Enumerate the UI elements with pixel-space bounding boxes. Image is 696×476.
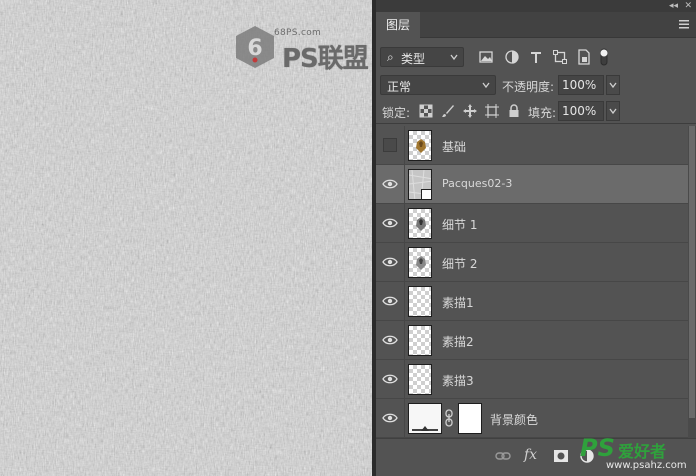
- layer-thumbnail: [408, 169, 432, 200]
- chevron-down-icon: [482, 82, 490, 89]
- fill-layer-thumbnail: [408, 403, 442, 434]
- collapse-panels-icon[interactable]: ◂◂: [669, 0, 678, 12]
- layer-name: 素描2: [442, 335, 474, 349]
- eye-icon[interactable]: [382, 333, 398, 347]
- watermark-url: 68PS.com: [274, 28, 322, 38]
- fill-slider-toggle[interactable]: [606, 101, 620, 121]
- layer-row[interactable]: 细节 2: [376, 243, 688, 282]
- layer-row[interactable]: 背景颜色: [376, 399, 688, 438]
- layer-mask-thumbnail[interactable]: [458, 403, 482, 434]
- opacity-value: 100%: [562, 78, 597, 92]
- opacity-label: 不透明度:: [502, 80, 555, 94]
- layer-thumbnail: [408, 286, 432, 317]
- canvas-watermark: 6 68PS.com PS联盟: [232, 24, 372, 84]
- lock-position-icon[interactable]: [462, 103, 478, 119]
- type-filter-icon[interactable]: [528, 49, 544, 65]
- opacity-slider-toggle[interactable]: [606, 75, 620, 95]
- layer-name: 背景颜色: [490, 413, 539, 427]
- chevron-down-icon: [450, 54, 458, 61]
- chevron-down-icon: [609, 108, 617, 115]
- filter-kind-select[interactable]: ⌕ 类型: [380, 47, 464, 67]
- panel-top-strip: ◂◂ ✕: [376, 0, 696, 12]
- close-panel-icon[interactable]: ✕: [684, 0, 692, 12]
- watermark-name: PS联盟: [282, 44, 369, 74]
- svg-text:6: 6: [247, 36, 262, 61]
- watermark-cn: 爱好者: [618, 442, 667, 461]
- lock-image-pixels-icon[interactable]: [440, 103, 456, 119]
- panel-menu-icon[interactable]: [678, 18, 690, 30]
- layers-panel: ◂◂ ✕ 图层 ⌕ 类型 正常 不透明度: 100% 锁定: 填充: 100% …: [376, 0, 696, 476]
- layers-scrollbar[interactable]: [688, 126, 696, 438]
- figure-thumbnail-icon: [416, 217, 426, 231]
- layer-name: 细节 2: [442, 257, 478, 271]
- fill-input[interactable]: 100%: [558, 101, 604, 121]
- layer-row[interactable]: 细节 1: [376, 204, 688, 243]
- opacity-input[interactable]: 100%: [558, 75, 604, 95]
- layer-thumbnail: [408, 364, 432, 395]
- layer-thumbnail: [408, 247, 432, 278]
- layer-filter-row: ⌕ 类型: [376, 42, 696, 72]
- lock-label: 锁定:: [382, 106, 411, 120]
- blend-mode-select[interactable]: 正常: [380, 75, 496, 95]
- figure-thumbnail-icon: [416, 256, 426, 270]
- eye-icon[interactable]: [382, 216, 398, 230]
- fill-label: 填充:: [528, 106, 557, 120]
- link-layers-icon[interactable]: [494, 447, 512, 465]
- color-fill-icon: [421, 426, 429, 431]
- adjustment-filter-icon[interactable]: [504, 49, 520, 65]
- document-canvas[interactable]: 6 68PS.com PS联盟: [0, 0, 372, 476]
- layer-name: Pacques02-3: [442, 177, 513, 190]
- blend-opacity-row: 正常 不透明度: 100%: [376, 72, 696, 98]
- visibility-toggle-off[interactable]: [383, 138, 397, 152]
- layer-row[interactable]: 素描3: [376, 360, 688, 399]
- site-watermark-logo: PS 爱好者 www.psahz.com: [580, 434, 696, 476]
- eye-icon[interactable]: [382, 255, 398, 269]
- lock-all-icon[interactable]: [506, 103, 522, 119]
- mask-link-icon[interactable]: [444, 409, 454, 427]
- eye-icon[interactable]: [382, 177, 398, 191]
- layer-row-selected[interactable]: Pacques02-3: [376, 165, 688, 204]
- search-icon: ⌕: [387, 50, 394, 64]
- layer-row[interactable]: 素描2: [376, 321, 688, 360]
- chevron-down-icon: [609, 82, 617, 89]
- layer-row[interactable]: 素描1: [376, 282, 688, 321]
- scrollbar-thumb[interactable]: [689, 126, 695, 418]
- layer-row[interactable]: 基础: [376, 126, 688, 165]
- fill-value: 100%: [562, 104, 597, 118]
- figure-thumbnail-icon: [416, 139, 426, 153]
- layer-name: 素描3: [442, 374, 474, 388]
- filter-toggle-icon[interactable]: [598, 47, 610, 67]
- ps-union-logo-icon: 6: [236, 26, 274, 68]
- tab-layers[interactable]: 图层: [376, 12, 420, 38]
- layer-thumbnail: [408, 325, 432, 356]
- panel-tab-bar: 图层: [376, 12, 696, 38]
- filter-kind-value: 类型: [401, 52, 426, 66]
- fx-icon[interactable]: fx: [524, 447, 537, 463]
- layer-thumbnail: [408, 130, 432, 161]
- layer-name: 素描1: [442, 296, 474, 310]
- blend-mode-value: 正常: [387, 80, 412, 94]
- eye-icon[interactable]: [382, 294, 398, 308]
- layer-name: 基础: [442, 140, 467, 154]
- smart-object-badge-icon: [421, 189, 431, 199]
- image-filter-icon[interactable]: [478, 49, 494, 65]
- layers-list: 基础 Pacques02-3 细节 1 细节 2 素描1 素描2 素描3 背景颜…: [376, 126, 688, 438]
- watermark-site-url: www.psahz.com: [606, 460, 687, 471]
- eye-icon[interactable]: [382, 411, 398, 425]
- lock-artboard-icon[interactable]: [484, 103, 500, 119]
- shape-filter-icon[interactable]: [552, 49, 568, 65]
- add-mask-icon[interactable]: [552, 447, 570, 465]
- eye-icon[interactable]: [382, 372, 398, 386]
- layer-thumbnail: [408, 208, 432, 239]
- watermark-brand: PS: [580, 434, 615, 462]
- lock-transparent-pixels-icon[interactable]: [418, 103, 434, 119]
- smart-object-filter-icon[interactable]: [576, 49, 592, 65]
- layer-name: 细节 1: [442, 218, 478, 232]
- lock-fill-row: 锁定: 填充: 100%: [376, 98, 696, 124]
